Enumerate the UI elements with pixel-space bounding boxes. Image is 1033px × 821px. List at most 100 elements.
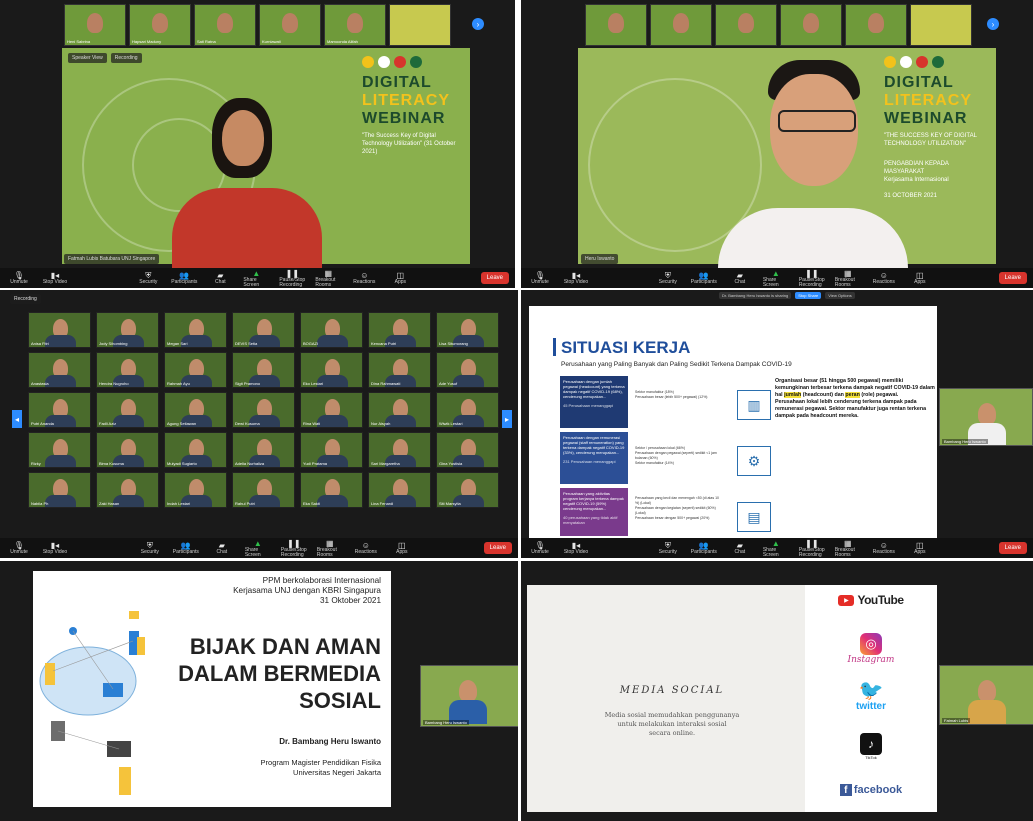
share-screen-button[interactable]: ▲ Share Screen xyxy=(245,539,271,558)
participant-tile[interactable]: Megan Sari xyxy=(164,312,227,348)
side-speaker-video[interactable]: Fatmah Lubis xyxy=(939,665,1033,725)
thumbnail[interactable]: Heni Sabrina xyxy=(64,4,126,46)
prev-page-arrow-icon[interactable]: ◂ xyxy=(12,410,22,428)
participant-tile[interactable]: Putri Ananda xyxy=(28,392,91,428)
participant-tile[interactable]: Eko Lestari xyxy=(300,352,363,388)
leave-button[interactable]: Leave xyxy=(998,272,1028,284)
participant-tile[interactable]: Lina Fenardi xyxy=(368,472,431,508)
participant-tile[interactable]: Indah Lestari xyxy=(164,472,227,508)
apps-button[interactable]: ◫ Apps xyxy=(907,539,933,557)
security-button[interactable]: ⛨ Security xyxy=(655,269,681,287)
participants-button[interactable]: 👥 Participants xyxy=(691,539,717,557)
thumbnail[interactable] xyxy=(585,4,647,46)
thumbnail[interactable] xyxy=(845,4,907,46)
mute-button[interactable]: 🎙 Unmute xyxy=(6,269,32,287)
participant-tile[interactable]: Hendra Nugroho xyxy=(96,352,159,388)
reactions-button[interactable]: ☺ Reactions xyxy=(871,539,897,557)
apps-button[interactable]: ◫ Apps xyxy=(387,269,413,287)
reactions-button[interactable]: ☺ Reactions xyxy=(871,269,897,287)
chat-button[interactable]: ▰ Chat xyxy=(209,539,235,557)
thumbnail[interactable]: Mamoonda Alifah xyxy=(324,4,386,46)
thumbnail[interactable] xyxy=(910,4,972,46)
thumbnail[interactable]: Kurniawati xyxy=(259,4,321,46)
chat-button[interactable]: ▰ Chat xyxy=(207,269,233,287)
participant-tile[interactable]: Yudi Pratama xyxy=(300,432,363,468)
participant-tile[interactable]: Sigit Pramono xyxy=(232,352,295,388)
participant-tile[interactable]: Eka Sakti xyxy=(300,472,363,508)
participant-tile[interactable]: Ade Yusuf xyxy=(436,352,499,388)
thumbnail[interactable] xyxy=(715,4,777,46)
participant-tile[interactable]: Agung Setiawan xyxy=(164,392,227,428)
stop-share-button[interactable]: Stop Share xyxy=(795,292,822,299)
video-button[interactable]: ▮◂ Stop Video xyxy=(42,539,68,557)
participants-button[interactable]: 👥 Participants xyxy=(691,269,717,287)
mute-button[interactable]: 🎙 Unmute xyxy=(6,539,32,557)
participant-tile[interactable]: Gina Yustisia xyxy=(436,432,499,468)
participant-tile[interactable]: Adelia Nurhaliza xyxy=(232,432,295,468)
participant-tile[interactable]: Kencana Putri xyxy=(368,312,431,348)
participant-tile[interactable]: Lisa Situmorang xyxy=(436,312,499,348)
recording-button[interactable]: ❚❚ Pause/Stop Recording xyxy=(799,539,825,558)
thumbnail[interactable]: Hapsari Maduny xyxy=(129,4,191,46)
side-speaker-video[interactable]: Bambang Heru Iswanto xyxy=(420,665,518,727)
breakout-button[interactable]: ▦ Breakout Rooms xyxy=(315,269,341,288)
participants-button[interactable]: 👥 Participants xyxy=(171,269,197,287)
view-options-button[interactable]: View Options xyxy=(825,292,855,299)
participant-tile[interactable]: Anastasia xyxy=(28,352,91,388)
participant-tile[interactable]: Rahul Putri xyxy=(232,472,295,508)
breakout-button[interactable]: ▦ Breakout Rooms xyxy=(835,269,861,288)
participant-tile[interactable]: Bima Kusuma xyxy=(96,432,159,468)
recording-button[interactable]: ❚❚ Pause/Stop Recording xyxy=(281,539,307,558)
participant-tile[interactable]: Sari Margaretha xyxy=(368,432,431,468)
next-page-arrow-icon[interactable]: › xyxy=(472,18,484,30)
mute-button[interactable]: 🎙 Unmute xyxy=(527,269,553,287)
participant-tile[interactable]: Siti Marsyita xyxy=(436,472,499,508)
security-button[interactable]: ⛨ Security xyxy=(655,539,681,557)
mute-button[interactable]: 🎙 Unmute xyxy=(527,539,553,557)
participant-tile[interactable]: Rina Wati xyxy=(300,392,363,428)
security-button[interactable]: ⛨ Security xyxy=(135,269,161,287)
share-screen-button[interactable]: ▲ Share Screen xyxy=(763,539,789,558)
apps-button[interactable]: ◫ Apps xyxy=(907,269,933,287)
thumbnail[interactable]: Sati Ratna xyxy=(194,4,256,46)
reactions-button[interactable]: ☺ Reactions xyxy=(353,539,379,557)
participant-tile[interactable]: BOGAZI xyxy=(300,312,363,348)
breakout-button[interactable]: ▦ Breakout Rooms xyxy=(317,539,343,558)
leave-button[interactable]: Leave xyxy=(998,542,1028,554)
security-button[interactable]: ⛨ Security xyxy=(137,539,163,557)
participant-tile[interactable]: Dewi Kusuma xyxy=(232,392,295,428)
thumbnail[interactable] xyxy=(389,4,451,46)
chat-button[interactable]: ▰ Chat xyxy=(727,539,753,557)
next-page-arrow-icon[interactable]: › xyxy=(987,18,999,30)
participant-tile[interactable]: Fadli Aziz xyxy=(96,392,159,428)
participant-tile[interactable]: Rahmah Ayu xyxy=(164,352,227,388)
recording-button[interactable]: ❚❚ Pause/Stop Recording xyxy=(799,269,825,288)
leave-button[interactable]: Leave xyxy=(480,272,510,284)
breakout-button[interactable]: ▦ Breakout Rooms xyxy=(835,539,861,558)
participant-tile[interactable]: Anisa Fitri xyxy=(28,312,91,348)
thumbnail[interactable] xyxy=(780,4,842,46)
thumbnail[interactable] xyxy=(650,4,712,46)
video-button[interactable]: ▮◂ Stop Video xyxy=(563,539,589,557)
reactions-button[interactable]: ☺ Reactions xyxy=(351,269,377,287)
next-page-arrow-icon[interactable]: ▸ xyxy=(502,410,512,428)
participant-tile[interactable]: Zaki Hasan xyxy=(96,472,159,508)
participants-button[interactable]: 👥 Participants xyxy=(173,539,199,557)
participant-tile[interactable]: Nabila Ph xyxy=(28,472,91,508)
participant-tile[interactable]: Wiwik Lestari xyxy=(436,392,499,428)
apps-button[interactable]: ◫ Apps xyxy=(389,539,415,557)
leave-button[interactable]: Leave xyxy=(483,542,513,554)
share-screen-button[interactable]: ▲ Share Screen xyxy=(763,269,789,288)
participant-tile[interactable]: Jody Sihombing xyxy=(96,312,159,348)
participant-tile[interactable]: Rizky xyxy=(28,432,91,468)
recording-button[interactable]: ❚❚ Pause/Stop Recording xyxy=(279,269,305,288)
video-button[interactable]: ▮◂ Stop Video xyxy=(42,269,68,287)
participant-tile[interactable]: Dina Rahmawati xyxy=(368,352,431,388)
participant-tile[interactable]: Mulyadi Sugiarto xyxy=(164,432,227,468)
chat-button[interactable]: ▰ Chat xyxy=(727,269,753,287)
participant-tile[interactable]: Nur Aisyah xyxy=(368,392,431,428)
video-button[interactable]: ▮◂ Stop Video xyxy=(563,269,589,287)
participant-tile[interactable]: DEVIS Setia xyxy=(232,312,295,348)
share-screen-button[interactable]: ▲ Share Screen xyxy=(243,269,269,288)
side-speaker-video[interactable]: Bambang Heru Iswanto xyxy=(939,388,1033,446)
